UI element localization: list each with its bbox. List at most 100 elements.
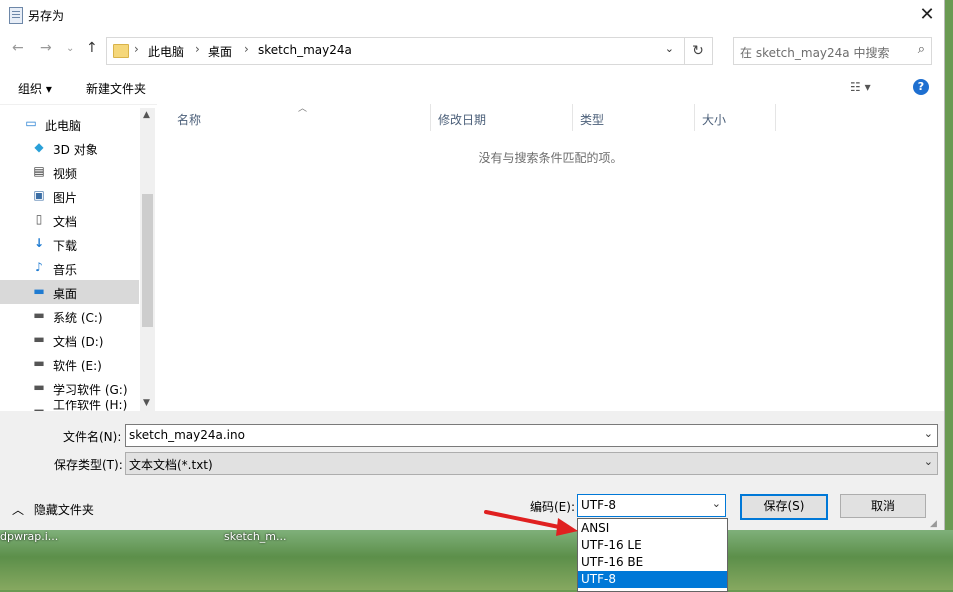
- filetype-label: 保存类型(T):: [54, 458, 123, 472]
- encoding-option-utf8[interactable]: UTF-8: [578, 571, 727, 588]
- column-header-type[interactable]: 类型: [580, 111, 604, 128]
- cube-icon: ◆: [34, 140, 44, 154]
- chevron-right-icon[interactable]: ›: [134, 42, 139, 56]
- view-options-icon[interactable]: ☷ ▾: [850, 80, 871, 94]
- sidebar-item-label: 学习软件 (G:): [53, 383, 128, 397]
- sidebar-item-label: 3D 对象: [53, 143, 98, 157]
- desktop-background: [0, 530, 953, 590]
- sidebar-item-desktop[interactable]: ▬ 桌面: [0, 280, 139, 304]
- sidebar-item-drive-c[interactable]: ▬ 系统 (C:): [0, 304, 139, 328]
- cancel-button[interactable]: 取消: [840, 494, 926, 518]
- sidebar-item-label: 桌面: [53, 287, 78, 301]
- filetype-value: 文本文档(*.txt): [129, 458, 213, 472]
- sidebar-item-label: 工作软件 (H:): [53, 400, 128, 411]
- sidebar-item-music[interactable]: ♪ 音乐: [0, 256, 139, 280]
- sidebar-item-label: 图片: [53, 191, 78, 205]
- column-header-date[interactable]: 修改日期: [438, 111, 486, 128]
- sidebar-item-pictures[interactable]: ▣ 图片: [0, 184, 139, 208]
- navigation-bar: ← → ⌄ ↑ › 此电脑 › 桌面 › sketch_may24a ⌄ ↻ 在…: [0, 34, 944, 66]
- recent-locations-icon[interactable]: ⌄: [66, 43, 74, 54]
- new-folder-button[interactable]: 新建文件夹: [86, 80, 146, 97]
- search-input[interactable]: 在 sketch_may24a 中搜索 ⌕: [733, 37, 932, 65]
- scroll-thumb[interactable]: [142, 194, 153, 327]
- drive-icon: ▬: [33, 356, 45, 370]
- sidebar-item-drive-e[interactable]: ▬ 软件 (E:): [0, 352, 139, 376]
- sidebar-item-documents[interactable]: ▯ 文档: [0, 208, 139, 232]
- address-bar[interactable]: › 此电脑 › 桌面 › sketch_may24a ⌄: [106, 37, 685, 65]
- encoding-dropdown-list: ANSI UTF-16 LE UTF-16 BE UTF-8: [577, 518, 728, 592]
- window-title: 另存为: [28, 9, 65, 23]
- filename-value: sketch_may24a.ino: [129, 428, 245, 442]
- hide-folders-toggle[interactable]: ︿ 隐藏文件夹: [12, 501, 94, 518]
- drive-icon: ▬: [33, 308, 45, 322]
- music-icon: ♪: [35, 260, 43, 274]
- sidebar-item-label: 文档 (D:): [53, 335, 104, 349]
- up-arrow-icon[interactable]: ↑: [86, 40, 98, 56]
- encoding-option-utf16le[interactable]: UTF-16 LE: [578, 537, 727, 554]
- breadcrumb-item[interactable]: 桌面: [208, 43, 232, 60]
- arrow-head: [556, 518, 578, 536]
- filename-label: 文件名(N):: [63, 430, 122, 444]
- chevron-right-icon[interactable]: ›: [244, 42, 249, 56]
- chevron-down-icon[interactable]: ⌄: [712, 497, 721, 510]
- sidebar-item-label: 视频: [53, 167, 78, 181]
- encoding-option-ansi[interactable]: ANSI: [578, 520, 727, 537]
- encoding-select[interactable]: UTF-8 ⌄: [577, 494, 726, 517]
- search-placeholder: 在 sketch_may24a 中搜索: [740, 46, 890, 60]
- chevron-right-icon[interactable]: ›: [195, 42, 200, 56]
- breadcrumb-item[interactable]: 此电脑: [148, 43, 184, 60]
- breadcrumb-item[interactable]: sketch_may24a: [258, 43, 352, 57]
- forward-arrow-icon[interactable]: →: [40, 40, 52, 56]
- annotation-arrow: [484, 510, 578, 536]
- empty-message: 没有与搜索条件匹配的项。: [478, 151, 623, 165]
- column-header-name[interactable]: 名称: [177, 111, 201, 128]
- column-divider[interactable]: [775, 104, 776, 131]
- sidebar-item-label: 下载: [53, 239, 78, 253]
- close-button[interactable]: ✕: [912, 2, 942, 28]
- sidebar-item-this-pc[interactable]: ▭ 此电脑: [0, 112, 139, 136]
- arrow-shaft: [484, 510, 566, 530]
- sidebar-scrollbar[interactable]: ▲ ▼: [140, 108, 155, 411]
- folder-icon: [113, 44, 129, 58]
- video-icon: ▤: [33, 164, 45, 178]
- filetype-select[interactable]: 文本文档(*.txt) ⌄: [125, 452, 938, 475]
- desktop-item-label[interactable]: dpwrap.i...: [0, 530, 58, 543]
- sidebar-item-drive-h[interactable]: ▬ 工作软件 (H:): [0, 400, 139, 411]
- encoding-option-utf16be[interactable]: UTF-16 BE: [578, 554, 727, 571]
- back-arrow-icon[interactable]: ←: [12, 40, 24, 56]
- column-divider[interactable]: [694, 104, 695, 131]
- sidebar-item-downloads[interactable]: ↓ 下载: [0, 232, 139, 256]
- save-as-dialog: 另存为 ✕ ← → ⌄ ↑ › 此电脑 › 桌面 › sketch_may24a…: [0, 0, 945, 530]
- help-icon[interactable]: ?: [913, 79, 929, 95]
- scroll-up-icon[interactable]: ▲: [143, 110, 150, 120]
- sidebar-item-label: 文档: [53, 215, 78, 229]
- sidebar-item-videos[interactable]: ▤ 视频: [0, 160, 139, 184]
- column-divider[interactable]: [572, 104, 573, 131]
- chevron-down-icon[interactable]: ⌄: [665, 42, 674, 55]
- save-options-panel: 文件名(N): sketch_may24a.ino ⌄ 保存类型(T): 文本文…: [0, 411, 944, 530]
- drive-icon: ▬: [33, 332, 45, 346]
- sidebar-item-label: 系统 (C:): [53, 311, 103, 325]
- desktop-item-label[interactable]: sketch_m...: [224, 530, 287, 543]
- organize-button[interactable]: 组织 ▾: [18, 80, 52, 97]
- sidebar-item-3d-objects[interactable]: ◆ 3D 对象: [0, 136, 139, 160]
- sidebar-item-label: 音乐: [53, 263, 78, 277]
- sidebar-item-drive-d[interactable]: ▬ 文档 (D:): [0, 328, 139, 352]
- sidebar-item-label: 软件 (E:): [53, 359, 102, 373]
- hide-folders-label: 隐藏文件夹: [33, 503, 94, 517]
- save-button[interactable]: 保存(S): [740, 494, 828, 520]
- column-divider[interactable]: [430, 104, 431, 131]
- column-header-size[interactable]: 大小: [702, 111, 726, 128]
- document-icon: ▯: [35, 212, 43, 226]
- chevron-down-icon[interactable]: ⌄: [924, 455, 933, 468]
- download-icon: ↓: [33, 236, 45, 250]
- sort-ascending-icon: ︿: [298, 104, 308, 114]
- chevron-down-icon[interactable]: ⌄: [924, 427, 933, 440]
- refresh-button[interactable]: ↻: [684, 37, 713, 65]
- resize-grip-icon[interactable]: ◢: [930, 519, 937, 529]
- sidebar-item-drive-g[interactable]: ▬ 学习软件 (G:): [0, 376, 139, 400]
- scroll-down-icon[interactable]: ▼: [143, 398, 150, 408]
- picture-icon: ▣: [33, 188, 45, 202]
- title-bar: 另存为 ✕: [0, 0, 944, 30]
- filename-field[interactable]: sketch_may24a.ino ⌄: [125, 424, 938, 447]
